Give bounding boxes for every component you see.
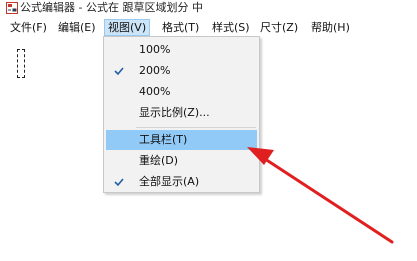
menu-item-label: 100% (139, 43, 171, 56)
menu-item-label: 全部显示(A) (139, 175, 200, 188)
menu-separator (136, 127, 256, 128)
menu-view[interactable]: 视图(V) (104, 19, 151, 36)
menu-bar: 文件(F) 编辑(E) 视图(V) 格式(T) 样式(S) 尺寸(Z) 帮助(H… (0, 18, 417, 37)
checkmark-icon (114, 178, 124, 187)
menu-item-show-all[interactable]: 全部显示(A) (106, 172, 257, 192)
menu-item-toolbar[interactable]: 工具栏(T) (106, 130, 257, 150)
checkmark-icon (114, 67, 124, 76)
menu-item-label: 400% (139, 85, 171, 98)
equation-input-slot[interactable] (17, 49, 25, 78)
menu-item-zoom-400[interactable]: 400% (106, 82, 257, 102)
menu-edit[interactable]: 编辑(E) (55, 19, 99, 36)
view-menu-dropdown: 100% 200% 400% 显示比例(Z)... 工具栏(T) 重绘(D) 全… (103, 36, 260, 193)
menu-item-label: 重绘(D) (139, 154, 179, 167)
menu-item-label: 工具栏(T) (139, 133, 188, 146)
menu-item-zoom-100[interactable]: 100% (106, 40, 257, 60)
menu-item-label: 显示比例(Z)... (139, 106, 210, 119)
menu-item-zoom-200[interactable]: 200% (106, 61, 257, 81)
menu-style[interactable]: 样式(S) (209, 19, 253, 36)
menu-item-zoom-custom[interactable]: 显示比例(Z)... (106, 103, 257, 123)
menu-format[interactable]: 格式(T) (159, 19, 202, 36)
menu-size[interactable]: 尺寸(Z) (257, 19, 301, 36)
menu-help[interactable]: 帮助(H) (308, 19, 353, 36)
menu-item-label: 200% (139, 64, 171, 77)
menu-file[interactable]: 文件(F) (7, 19, 50, 36)
menu-item-redraw[interactable]: 重绘(D) (106, 151, 257, 171)
window-title: 公式编辑器 - 公式在 跟草区域划分 中 (20, 1, 203, 14)
title-bar: 公式编辑器 - 公式在 跟草区域划分 中 (0, 0, 417, 18)
equation-editor-app-icon (6, 2, 18, 14)
